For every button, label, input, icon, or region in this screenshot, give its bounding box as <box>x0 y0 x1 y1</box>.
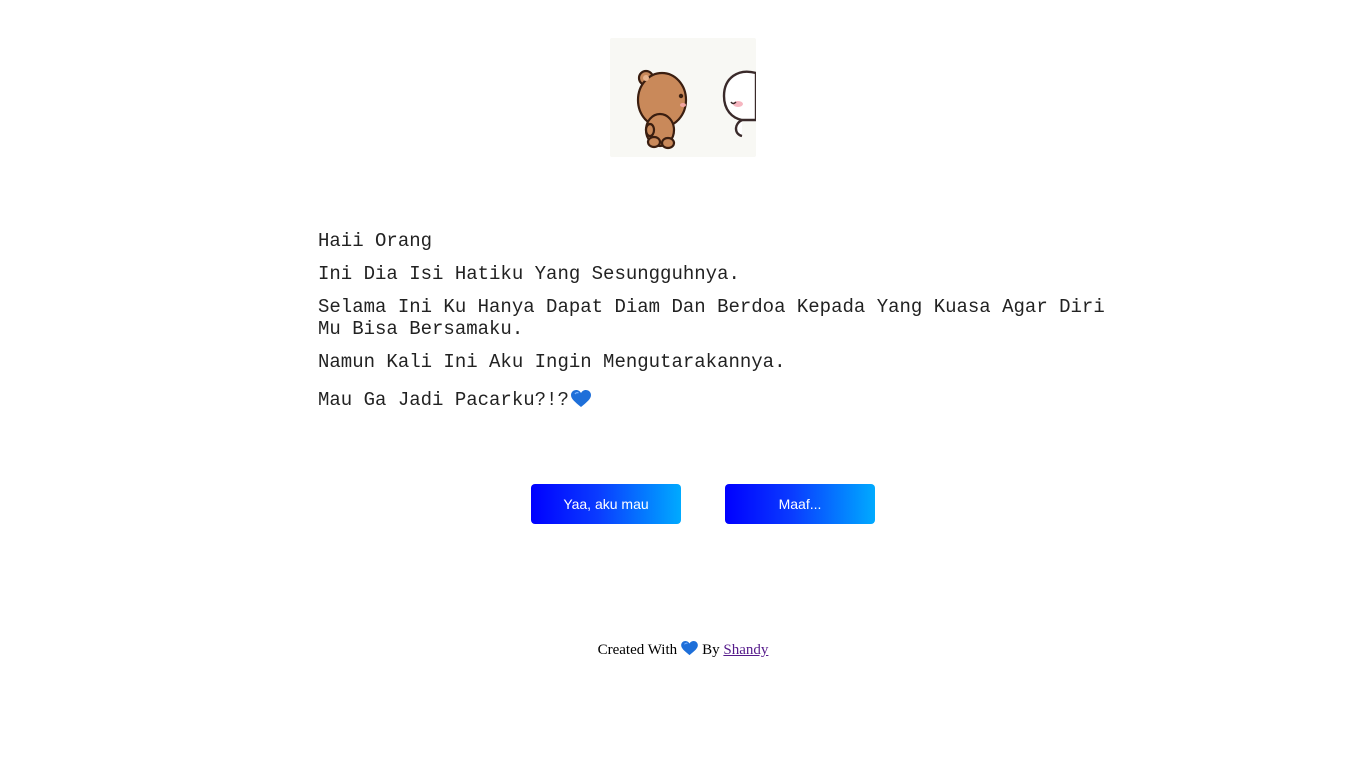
question-text: Mau Ga Jadi Pacarku?!? <box>318 389 569 411</box>
yes-button[interactable]: Yaa, aku mau <box>531 484 681 524</box>
greeting-text: Haii Orang <box>318 230 433 252</box>
bear-bunny-illustration <box>610 38 756 157</box>
footer-by: By <box>702 642 720 658</box>
message-line-2: Ini Dia Isi Hatiku Yang Sesungguhnya. <box>318 263 740 285</box>
footer: Created With By Shandy <box>0 641 1366 661</box>
no-button[interactable]: Maaf... <box>725 484 875 524</box>
message-line-4: Namun Kali Ini Aku Ingin Mengutarakannya… <box>318 351 786 373</box>
footer-prefix: Created With <box>597 642 678 658</box>
footer-heart-icon <box>681 641 698 661</box>
author-link[interactable]: Shandy <box>723 642 768 658</box>
confession-message: Haii Orang Ini Dia Isi Hatiku Yang Sesun… <box>318 230 1108 425</box>
bear-bunny-icon <box>636 69 756 150</box>
blue-heart-icon <box>570 390 591 414</box>
question-line: Mau Ga Jadi Pacarku?!? <box>318 389 1108 414</box>
message-line-3: Selama Ini Ku Hanya Dapat Diam Dan Berdo… <box>318 296 1105 340</box>
